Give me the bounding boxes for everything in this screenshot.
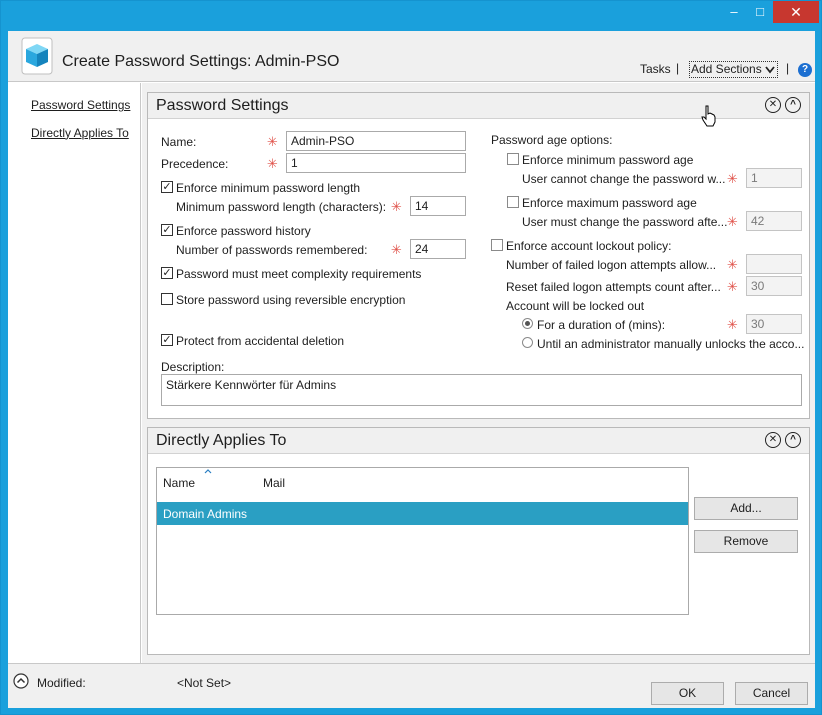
dialog-header: Create Password Settings: Admin-PSO Task…: [8, 31, 815, 82]
hand-cursor-icon: [701, 105, 716, 127]
add-sections-menu[interactable]: Add Sections: [689, 61, 778, 78]
failed-attempts-label: Number of failed logon attempts allow...: [506, 258, 717, 272]
required-icon: ✳: [267, 156, 278, 171]
table-row[interactable]: Domain Admins: [157, 502, 688, 525]
reset-count-label: Reset failed logon attempts count after.…: [506, 280, 721, 294]
duration-field[interactable]: 30: [746, 314, 802, 334]
lockout-label: Enforce account lockout policy:: [506, 239, 672, 253]
enforce-history-label: Enforce password history: [176, 224, 311, 238]
required-icon: ✳: [391, 242, 402, 257]
description-field[interactable]: Stärkere Kennwörter für Admins: [161, 374, 802, 406]
min-length-field[interactable]: 14: [410, 196, 466, 216]
enforce-min-length-label: Enforce minimum password length: [176, 181, 361, 195]
header-separator-2: |: [786, 61, 790, 75]
protect-deletion-label: Protect from accidental deletion: [176, 334, 345, 348]
dialog-client-area: Create Password Settings: Admin-PSO Task…: [8, 31, 815, 708]
expand-up-icon[interactable]: [13, 673, 29, 689]
enforce-max-age-label: Enforce maximum password age: [522, 196, 697, 210]
collapse-section-icon[interactable]: ^: [785, 432, 801, 448]
tasks-menu[interactable]: Tasks: [640, 62, 671, 76]
column-header-mail[interactable]: Mail: [263, 476, 285, 490]
until-unlock-radio[interactable]: [522, 337, 533, 348]
dialog-window: – □ ✕ Create Password Settings: Admin-PS…: [0, 0, 822, 715]
add-button[interactable]: Add...: [694, 497, 798, 520]
page-title: Create Password Settings: Admin-PSO: [62, 53, 340, 70]
reversible-label: Store password using reversible encrypti…: [176, 293, 406, 307]
required-icon: ✳: [727, 257, 738, 272]
min-age-field[interactable]: 1: [746, 168, 802, 188]
protect-deletion-checkbox[interactable]: ✓: [161, 334, 173, 346]
dialog-footer: Modified: <Not Set> OK Cancel: [8, 663, 815, 708]
precedence-label: Precedence:: [161, 157, 229, 171]
complexity-checkbox[interactable]: ✓: [161, 267, 173, 279]
close-section-icon[interactable]: ✕: [765, 432, 781, 448]
name-field[interactable]: Admin-PSO: [286, 131, 466, 151]
description-label: Description:: [161, 360, 225, 374]
required-icon: ✳: [727, 171, 738, 186]
age-options-label: Password age options:: [491, 133, 613, 147]
remove-button[interactable]: Remove: [694, 530, 798, 553]
row-name-cell: Domain Admins: [163, 507, 248, 521]
enforce-min-age-checkbox[interactable]: [507, 153, 519, 165]
enforce-min-age-label: Enforce minimum password age: [522, 153, 694, 167]
required-icon: ✳: [727, 317, 738, 332]
enforce-max-age-checkbox[interactable]: [507, 196, 519, 208]
until-unlock-label: Until an administrator manually unlocks …: [537, 337, 805, 351]
history-label: Number of passwords remembered:: [176, 243, 368, 257]
complexity-label: Password must meet complexity requiremen…: [176, 267, 422, 281]
minimize-button[interactable]: –: [721, 1, 747, 23]
name-label: Name:: [161, 135, 197, 149]
required-icon: ✳: [727, 214, 738, 229]
add-sections-label: Add Sections: [691, 62, 762, 76]
nav-item-password-settings[interactable]: Password Settings: [31, 98, 130, 112]
precedence-field[interactable]: 1: [286, 153, 466, 173]
collapse-section-icon[interactable]: ^: [785, 97, 801, 113]
modified-value: <Not Set>: [177, 676, 232, 690]
max-age-field[interactable]: 42: [746, 211, 802, 231]
duration-label: For a duration of (mins):: [537, 318, 666, 332]
help-icon[interactable]: ?: [798, 63, 812, 77]
applies-to-header: Directly Applies To ✕ ^: [148, 428, 809, 454]
column-header-name[interactable]: Name: [163, 476, 195, 490]
sort-ascending-icon: [204, 469, 212, 474]
max-age-label: User must change the password afte...: [522, 215, 728, 229]
enforce-min-length-checkbox[interactable]: ✓: [161, 181, 173, 193]
chevron-down-icon: [765, 66, 775, 74]
cube-icon: [21, 37, 53, 75]
password-settings-section: Password Settings ✕ ^ Name: ✳ Admin-PSO …: [147, 92, 810, 419]
required-icon: ✳: [727, 279, 738, 294]
section-nav: Password Settings Directly Applies To: [8, 83, 141, 663]
title-bar[interactable]: – □ ✕: [1, 1, 821, 27]
close-section-icon[interactable]: ✕: [765, 97, 781, 113]
applies-to-section: Directly Applies To ✕ ^ Name Mail Domain…: [147, 427, 810, 655]
reversible-checkbox[interactable]: [161, 293, 173, 305]
duration-radio[interactable]: [522, 318, 533, 329]
modified-label: Modified:: [37, 676, 86, 690]
locked-out-label: Account will be locked out: [506, 299, 645, 313]
cancel-button[interactable]: Cancel: [735, 682, 808, 705]
required-icon: ✳: [267, 134, 278, 149]
maximize-button[interactable]: □: [747, 1, 773, 23]
header-separator: |: [676, 61, 680, 75]
enforce-history-checkbox[interactable]: ✓: [161, 224, 173, 236]
close-button[interactable]: ✕: [773, 1, 819, 23]
min-age-label: User cannot change the password w...: [522, 172, 726, 186]
section-title: Directly Applies To: [156, 432, 287, 449]
failed-attempts-field[interactable]: [746, 254, 802, 274]
nav-item-directly-applies-to[interactable]: Directly Applies To: [31, 126, 129, 140]
content-area: Password Settings ✕ ^ Name: ✳ Admin-PSO …: [142, 83, 815, 663]
lockout-checkbox[interactable]: [491, 239, 503, 251]
section-title: Password Settings: [156, 97, 289, 114]
reset-count-field[interactable]: 30: [746, 276, 802, 296]
min-length-label: Minimum password length (characters):: [176, 200, 387, 214]
ok-button[interactable]: OK: [651, 682, 724, 705]
history-field[interactable]: 24: [410, 239, 466, 259]
required-icon: ✳: [391, 199, 402, 214]
applies-to-list[interactable]: Name Mail Domain Admins: [156, 467, 689, 615]
